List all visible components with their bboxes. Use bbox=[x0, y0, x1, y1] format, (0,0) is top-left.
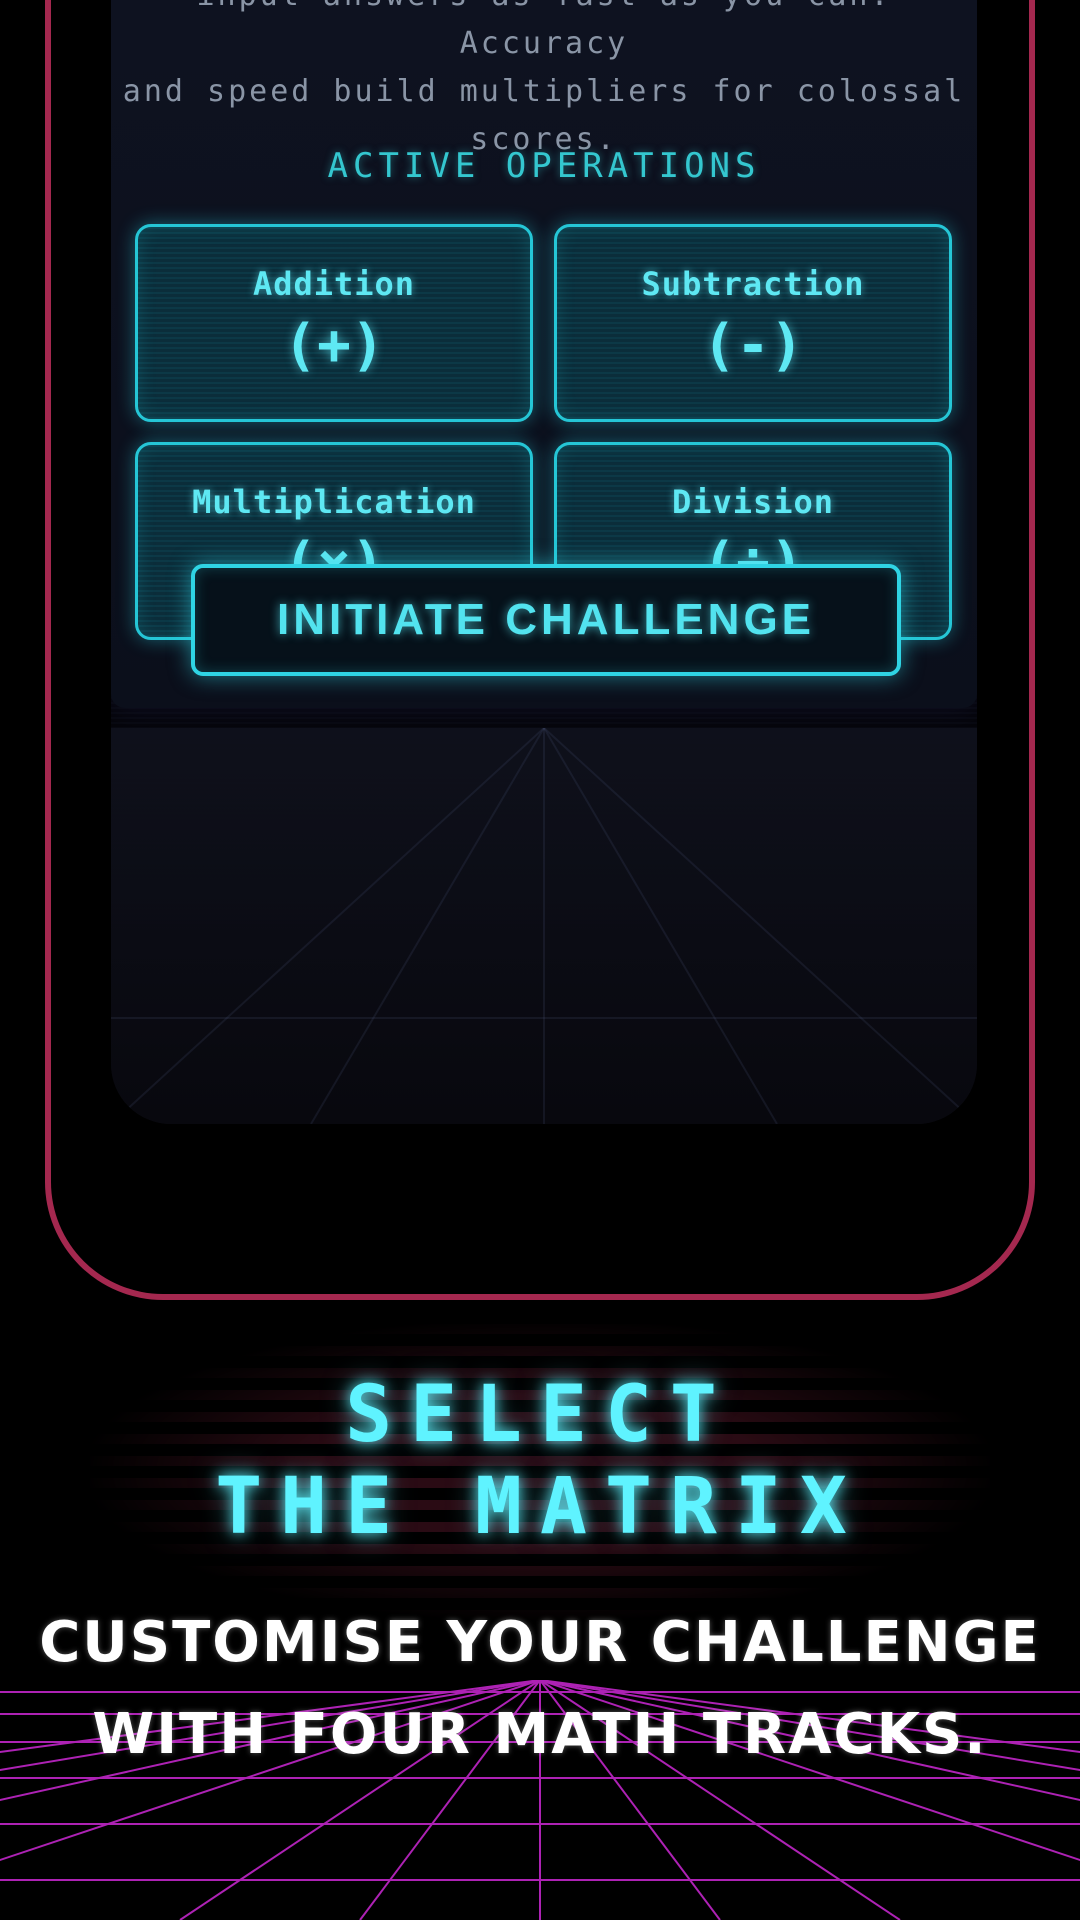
promo-subline-line2: WITH FOUR MATH TRACKS. bbox=[92, 1702, 988, 1767]
operation-name: Addition bbox=[252, 265, 416, 303]
initiate-challenge-button[interactable]: INITIATE CHALLENGE bbox=[191, 564, 901, 676]
intro-description: input answers as fast as you can. Accura… bbox=[111, 0, 977, 164]
app-screen: input answers as fast as you can. Accura… bbox=[111, 0, 977, 1124]
screen-backdrop bbox=[111, 728, 977, 1124]
perspective-lines bbox=[111, 728, 977, 1124]
operation-name: Division bbox=[671, 483, 835, 521]
operation-name: Subtraction bbox=[641, 265, 865, 303]
intro-line: input answers as fast as you can. Accura… bbox=[196, 0, 888, 61]
operation-toggle-subtraction[interactable]: Subtraction (-) bbox=[554, 224, 952, 422]
operation-name: Multiplication bbox=[192, 483, 476, 521]
minus-icon: (-) bbox=[702, 313, 804, 378]
intro-line: and speed build multipliers for colossal bbox=[122, 74, 966, 109]
operation-toggle-addition[interactable]: Addition (+) bbox=[135, 224, 533, 422]
promo-headline-line2: THE MATRIX bbox=[215, 1462, 865, 1552]
active-operations-heading: ACTIVE OPERATIONS bbox=[327, 146, 761, 186]
promo-subline-line1: CUSTOMISE YOUR CHALLENGE bbox=[39, 1610, 1041, 1675]
phone-frame: input answers as fast as you can. Accura… bbox=[45, 0, 1035, 1300]
promo-headline-line1: SELECT bbox=[345, 1370, 735, 1460]
challenge-panel: input answers as fast as you can. Accura… bbox=[111, 0, 977, 708]
plus-icon: (+) bbox=[283, 313, 385, 378]
